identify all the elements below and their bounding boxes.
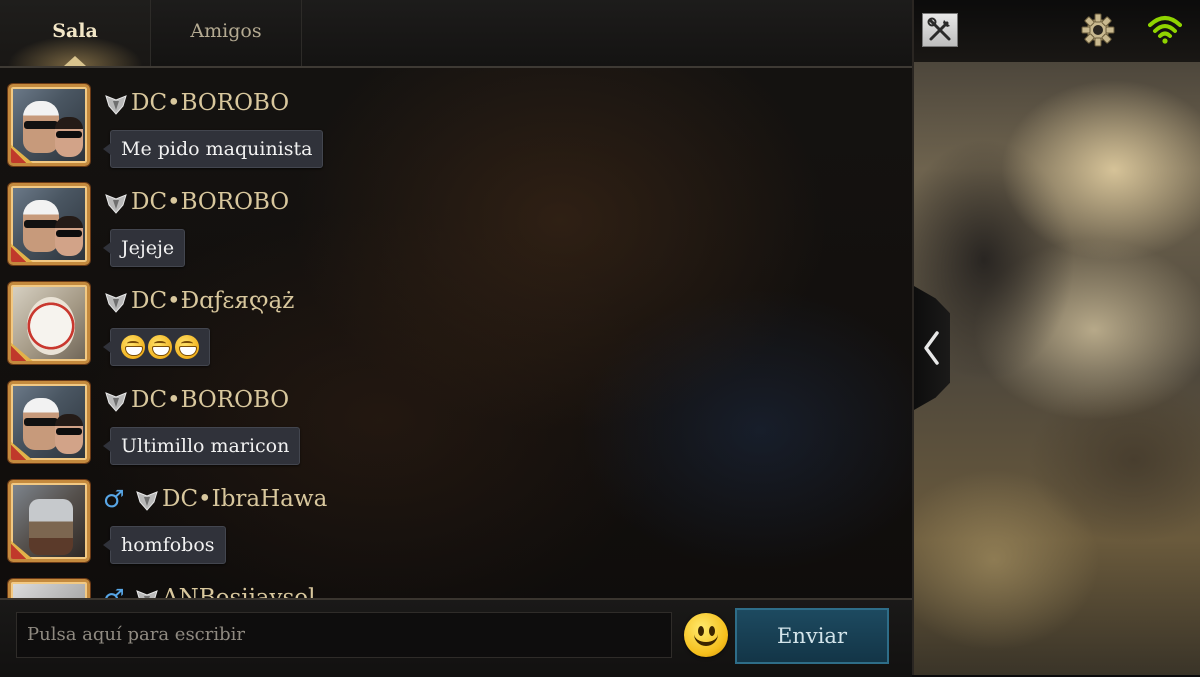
chat-message: DC•BOROBO Me pido maquinista — [0, 68, 900, 168]
tab-amigos-label: Amigos — [190, 20, 262, 42]
avatar[interactable] — [8, 381, 90, 463]
avatar[interactable] — [8, 480, 90, 562]
chat-message: DC•BOROBO Ultimillo maricon — [0, 365, 900, 465]
chevron-left-icon — [924, 331, 939, 365]
avatar[interactable] — [8, 282, 90, 364]
sender-name[interactable]: ANBosijaysol — [162, 585, 316, 598]
tab-sala-label: Sala — [52, 20, 98, 42]
male-gender-icon: ♂ — [103, 584, 125, 598]
male-gender-icon: ♂ — [103, 485, 125, 513]
game-view-panel — [914, 0, 1200, 675]
emoji-row — [121, 329, 199, 365]
chat-message: ♂ DC•IbraHawa homfobos — [0, 464, 900, 564]
sender-name[interactable]: DC•BOROBO — [131, 387, 289, 413]
message-bubble: homfobos — [103, 526, 226, 564]
message-bubble: Jejeje — [102, 229, 186, 267]
rank-badge-icon — [104, 291, 128, 313]
sender-name[interactable]: DC•IbraHawa — [162, 486, 327, 512]
rank-badge-icon — [135, 489, 159, 511]
grinning-face-icon — [148, 335, 172, 359]
top-toolbar — [914, 0, 1200, 62]
smiley-icon[interactable] — [684, 613, 728, 657]
grinning-face-icon — [121, 335, 145, 359]
tab-sala[interactable]: Sala — [0, 0, 150, 66]
tools-icon[interactable] — [922, 13, 958, 47]
tab-amigos[interactable]: Amigos — [150, 0, 302, 66]
chat-message: DC•Ðɑƒɛяღąż — [0, 266, 900, 366]
rank-badge-icon — [104, 192, 128, 214]
sender-name[interactable]: DC•Ðɑƒɛяღąż — [131, 288, 294, 314]
message-list[interactable]: DC•BOROBO Me pido maquinista DC•BOROBO J… — [0, 68, 912, 598]
avatar[interactable] — [8, 183, 90, 265]
gear-icon[interactable] — [1080, 12, 1116, 48]
chat-panel: Sala Amigos DC•BOROBO Me pido maquinista… — [0, 0, 914, 677]
sender-name[interactable]: DC•BOROBO — [131, 90, 289, 116]
sender-name[interactable]: DC•BOROBO — [131, 189, 289, 215]
rank-badge-icon — [135, 588, 159, 598]
avatar[interactable] — [8, 84, 90, 166]
chat-input[interactable]: Pulsa aquí para escribir — [16, 612, 672, 658]
rank-badge-icon — [104, 93, 128, 115]
message-bubble: Ultimillo maricon — [102, 427, 301, 465]
send-button[interactable]: Enviar — [735, 608, 889, 664]
avatar[interactable] — [8, 579, 90, 598]
rank-badge-icon — [104, 390, 128, 412]
chat-tabbar: Sala Amigos — [0, 0, 912, 68]
message-bubble — [103, 328, 210, 366]
chat-input-bar: Pulsa aquí para escribir Enviar — [0, 598, 912, 677]
chat-message: ♂ ANBosijaysol — [0, 563, 900, 598]
chat-message: DC•BOROBO Jejeje — [0, 167, 900, 267]
message-bubble: Me pido maquinista — [102, 130, 324, 168]
grinning-face-icon — [175, 335, 199, 359]
wifi-icon — [1148, 14, 1182, 44]
